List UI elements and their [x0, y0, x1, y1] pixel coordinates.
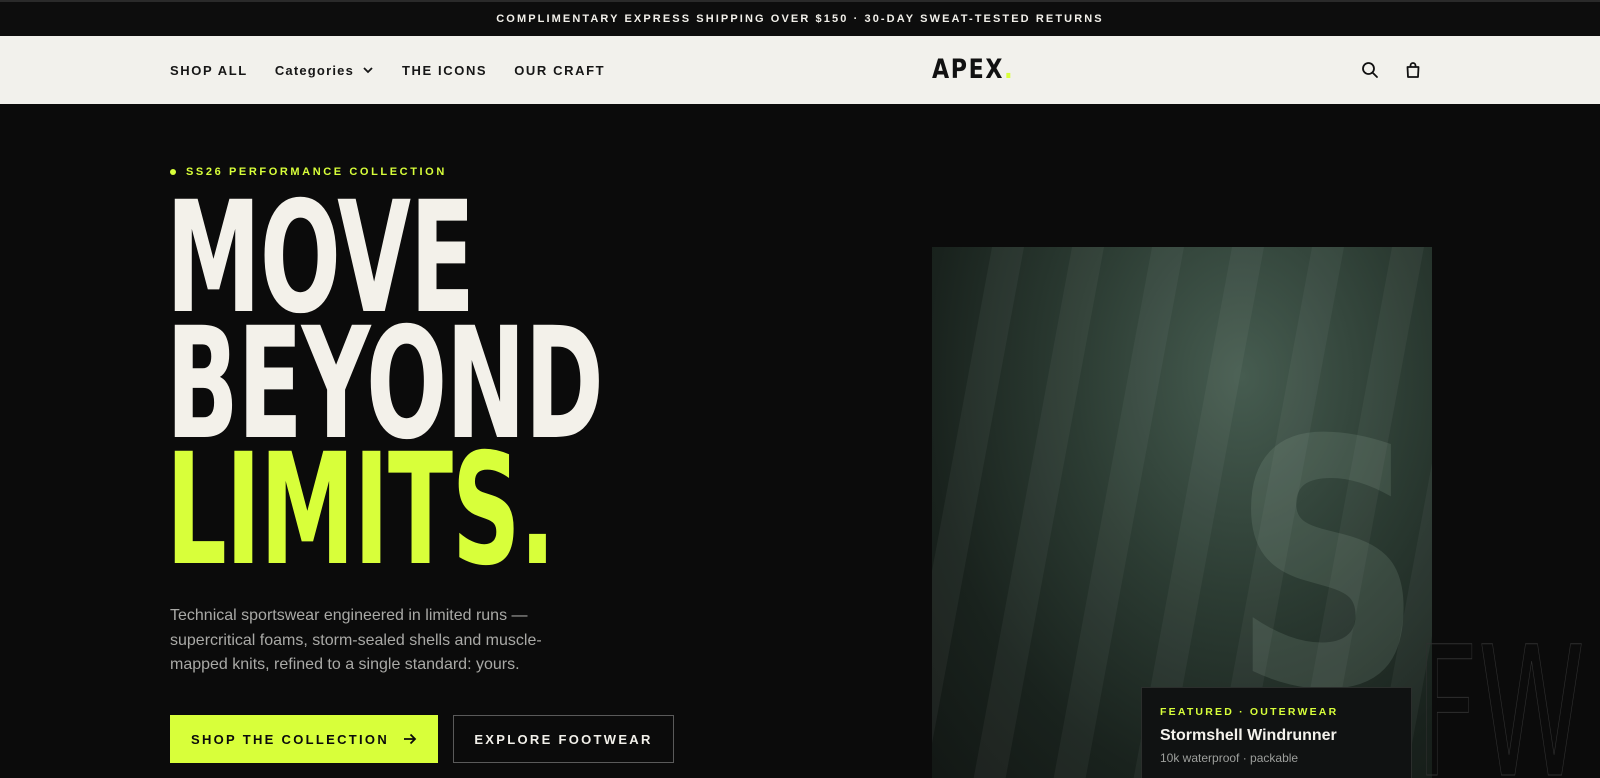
explore-footwear-label: EXPLORE FOOTWEAR [474, 731, 653, 747]
featured-info-card[interactable]: FEATURED · OUTERWEAR Stormshell Windrunn… [1141, 687, 1412, 778]
featured-tag: FEATURED · OUTERWEAR [1160, 706, 1339, 718]
search-icon[interactable] [1360, 60, 1380, 80]
card-big-letter: S [1232, 369, 1424, 765]
main-nav: SHOP ALL Categories THE ICONS OUR CRAFT … [0, 36, 1600, 104]
nav-categories[interactable]: Categories [275, 63, 374, 78]
brand-logo[interactable]: APEX. [932, 54, 1014, 85]
chevron-down-icon [363, 67, 373, 74]
ghost-text: FW [1416, 609, 1586, 778]
nav-links: SHOP ALL Categories THE ICONS OUR CRAFT [170, 36, 605, 104]
nav-shop-all[interactable]: SHOP ALL [170, 63, 248, 78]
announcement-bar: COMPLIMENTARY EXPRESS SHIPPING OVER $150… [0, 0, 1600, 36]
bag-icon[interactable] [1403, 60, 1423, 80]
nav-the-icons[interactable]: THE ICONS [402, 63, 487, 78]
hero-description: Technical sportswear engineered in limit… [170, 607, 542, 673]
nav-our-craft[interactable]: OUR CRAFT [514, 63, 605, 78]
featured-title: Stormshell Windrunner [1160, 727, 1337, 744]
headline-line-3: LIMITS. [166, 421, 556, 600]
logo-text: APEX [932, 54, 1005, 85]
nav-categories-label: Categories [274, 62, 355, 78]
arrow-right-icon [404, 733, 417, 745]
announcement-text: COMPLIMENTARY EXPRESS SHIPPING OVER $150… [496, 13, 1104, 25]
shop-collection-button[interactable]: SHOP THE COLLECTION [170, 715, 438, 763]
hero-section: SS26 PERFORMANCE COLLECTION MOVE BEYOND … [0, 104, 1600, 778]
logo-dot: . [1004, 54, 1015, 85]
featured-subtitle: 10k waterproof · packable [1160, 751, 1299, 765]
explore-footwear-button[interactable]: EXPLORE FOOTWEAR [453, 715, 674, 763]
hero-headline: MOVE BEYOND LIMITS. [166, 182, 604, 600]
shop-collection-label: SHOP THE COLLECTION [190, 731, 390, 747]
